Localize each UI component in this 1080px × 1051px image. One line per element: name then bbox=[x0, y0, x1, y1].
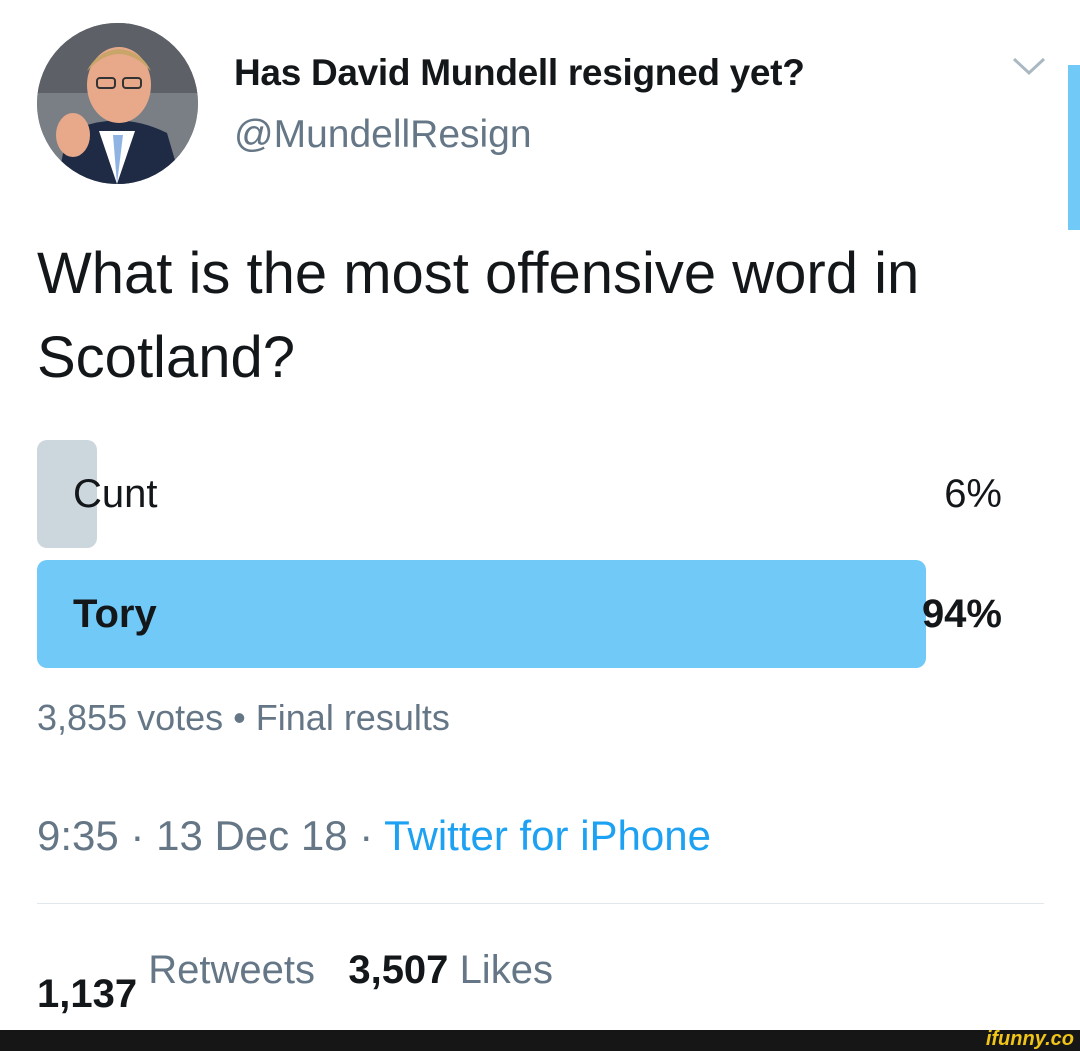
likes-count[interactable]: 3,507 bbox=[348, 948, 448, 992]
divider bbox=[37, 903, 1044, 904]
poll-option-percent: 6% bbox=[944, 472, 1002, 516]
separator: · bbox=[130, 812, 145, 859]
poll-bar bbox=[37, 560, 926, 668]
user-handle[interactable]: @MundellResign bbox=[234, 113, 532, 157]
tweet-timestamp: 9:35 · 13 Dec 18 · Twitter for iPhone bbox=[37, 812, 711, 860]
poll-status: Final results bbox=[255, 697, 450, 738]
tweet-time[interactable]: 9:35 bbox=[37, 812, 119, 859]
separator: • bbox=[233, 697, 246, 738]
likes-link[interactable]: Likes bbox=[460, 948, 553, 992]
tweet-text: What is the most offensive word in Scotl… bbox=[37, 241, 920, 390]
tweet-date[interactable]: 13 Dec 18 bbox=[156, 812, 347, 859]
separator: · bbox=[359, 812, 374, 859]
poll-option-winner: Tory 94% bbox=[37, 560, 1002, 668]
display-name[interactable]: Has David Mundell resigned yet? bbox=[234, 52, 805, 94]
poll-option-label: Cunt bbox=[73, 472, 158, 516]
vote-count: 3,855 votes bbox=[37, 697, 224, 738]
poll-summary: 3,855 votes • Final results bbox=[37, 697, 450, 739]
chevron-down-icon[interactable] bbox=[1011, 55, 1047, 77]
retweets-count[interactable]: 1,137 bbox=[37, 972, 137, 1017]
scroll-indicator bbox=[1068, 65, 1080, 230]
retweets-link[interactable]: Retweets bbox=[148, 948, 315, 992]
poll-option-label: Tory bbox=[73, 592, 157, 636]
avatar[interactable] bbox=[37, 23, 198, 184]
poll-option: Cunt 6% bbox=[37, 440, 1002, 548]
profile-photo-icon bbox=[37, 23, 198, 184]
watermark-bar: ifunny.co bbox=[0, 1028, 1080, 1051]
source-link[interactable]: Twitter for iPhone bbox=[384, 812, 711, 859]
poll-option-percent: 94% bbox=[921, 592, 1002, 636]
watermark: ifunny.co bbox=[985, 1028, 1074, 1050]
